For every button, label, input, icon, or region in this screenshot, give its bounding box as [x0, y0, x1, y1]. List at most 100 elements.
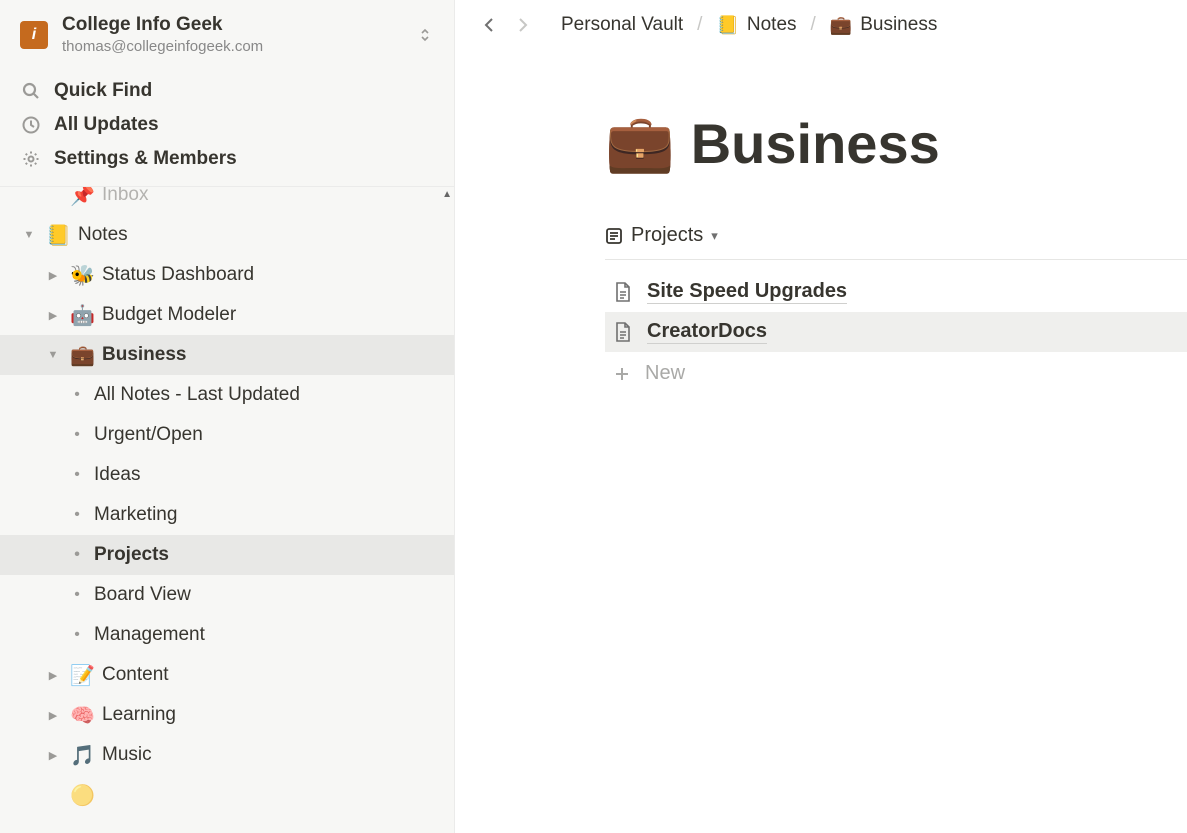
robot-icon: 🤖: [70, 303, 94, 328]
projects-label: Projects: [94, 544, 169, 566]
topbar: Personal Vault / 📒 Notes / 💼 Business: [455, 0, 1187, 50]
workspace-logo: i: [20, 21, 48, 49]
chevron-right-icon[interactable]: ▶: [44, 266, 62, 284]
breadcrumb-business-label: Business: [860, 14, 937, 36]
briefcase-icon: 💼: [830, 15, 852, 36]
music-label: Music: [102, 744, 152, 766]
chevron-right-icon[interactable]: ▶: [44, 746, 62, 764]
breadcrumb-separator: /: [693, 14, 706, 36]
bullet-icon: •: [68, 426, 86, 444]
partial-icon: 🟡: [70, 783, 94, 808]
updown-chevron-icon[interactable]: [414, 23, 436, 47]
sidebar-item-budget-modeler[interactable]: ▶ 🤖 Budget Modeler: [0, 295, 454, 335]
bullet-icon: •: [68, 506, 86, 524]
sidebar-item-urgent-open[interactable]: • Urgent/Open: [0, 415, 454, 455]
new-row-button[interactable]: New: [605, 352, 1187, 395]
search-icon: [20, 80, 42, 102]
content-label: Content: [102, 664, 169, 686]
sidebar-item-status-dashboard[interactable]: ▶ 🐝 Status Dashboard: [0, 255, 454, 295]
sidebar-item-inbox[interactable]: 📌 Inbox: [0, 187, 454, 215]
board-view-label: Board View: [94, 584, 191, 606]
row-title: Site Speed Upgrades: [647, 280, 847, 304]
settings-button[interactable]: Settings & Members: [0, 142, 454, 176]
settings-label: Settings & Members: [54, 148, 237, 170]
bullet-icon: •: [68, 586, 86, 604]
chevron-down-icon[interactable]: ▼: [44, 346, 62, 364]
all-updates-button[interactable]: All Updates: [0, 108, 454, 142]
nav-forward-button[interactable]: [511, 14, 533, 36]
sidebar-item-projects[interactable]: • Projects: [0, 535, 454, 575]
sidebar-item-cut[interactable]: 🟡: [0, 775, 454, 815]
all-updates-label: All Updates: [54, 114, 159, 136]
breadcrumb-notes[interactable]: 📒 Notes: [716, 14, 796, 36]
sidebar-item-music[interactable]: ▶ 🎵 Music: [0, 735, 454, 775]
workspace-email: thomas@collegeinfogeek.com: [62, 37, 400, 57]
ideas-label: Ideas: [94, 464, 140, 486]
chevron-down-icon[interactable]: ▼: [20, 226, 38, 244]
table-row[interactable]: Site Speed Upgrades: [605, 272, 1187, 312]
page-title-block[interactable]: 💼 Business: [455, 110, 1187, 176]
chevron-down-icon: ▾: [711, 228, 718, 244]
chevron-right-icon[interactable]: [44, 187, 62, 204]
workspace-info: College Info Geek thomas@collegeinfogeek…: [62, 14, 400, 56]
chevron-right-icon[interactable]: ▶: [44, 666, 62, 684]
sidebar-item-notes[interactable]: ▼ 📒 Notes: [0, 215, 454, 255]
workspace-name: College Info Geek: [62, 14, 400, 37]
database-view: Projects ▾ Site Speed Upgrades CreatorDo…: [605, 224, 1187, 395]
breadcrumb-separator: /: [807, 14, 820, 36]
breadcrumb-business[interactable]: 💼 Business: [830, 14, 938, 36]
sidebar-item-content[interactable]: ▶ 📝 Content: [0, 655, 454, 695]
quick-find-button[interactable]: Quick Find: [0, 74, 454, 108]
bee-icon: 🐝: [70, 263, 94, 288]
briefcase-icon[interactable]: 💼: [605, 110, 675, 176]
plus-icon: [613, 365, 631, 383]
chevron-right-icon[interactable]: ▶: [44, 306, 62, 324]
page-icon: [613, 321, 633, 343]
inbox-label: Inbox: [102, 187, 148, 206]
bullet-icon: •: [68, 466, 86, 484]
page-content: 💼 Business Projects ▾ Site Speed Upgrade…: [455, 50, 1187, 395]
view-tab-projects[interactable]: Projects ▾: [605, 224, 718, 247]
bullet-icon: •: [68, 546, 86, 564]
budget-modeler-label: Budget Modeler: [102, 304, 236, 326]
chevron-right-icon[interactable]: [44, 786, 62, 804]
row-title: CreatorDocs: [647, 320, 767, 344]
notes-label: Notes: [78, 224, 128, 246]
sidebar-item-business[interactable]: ▼ 💼 Business: [0, 335, 454, 375]
pin-icon: 📌: [70, 187, 94, 208]
marketing-label: Marketing: [94, 504, 177, 526]
music-icon: 🎵: [70, 743, 94, 768]
notebook-icon: 📒: [46, 223, 70, 248]
new-label: New: [645, 362, 685, 385]
sidebar: i College Info Geek thomas@collegeinfoge…: [0, 0, 455, 833]
memo-icon: 📝: [70, 663, 94, 688]
view-tabs: Projects ▾: [605, 224, 1187, 260]
breadcrumb-root[interactable]: Personal Vault: [561, 14, 683, 36]
sidebar-item-board-view[interactable]: • Board View: [0, 575, 454, 615]
all-notes-label: All Notes - Last Updated: [94, 384, 300, 406]
breadcrumb-root-label: Personal Vault: [561, 14, 683, 36]
business-label: Business: [102, 344, 186, 366]
bullet-icon: •: [68, 626, 86, 644]
status-dashboard-label: Status Dashboard: [102, 264, 254, 286]
sidebar-item-marketing[interactable]: • Marketing: [0, 495, 454, 535]
quick-find-label: Quick Find: [54, 80, 152, 102]
table-row[interactable]: CreatorDocs: [605, 312, 1187, 352]
page-icon: [613, 281, 633, 303]
clock-icon: [20, 114, 42, 136]
workspace-switcher[interactable]: i College Info Geek thomas@collegeinfoge…: [0, 0, 454, 70]
page-tree[interactable]: ▲ 📌 Inbox ▼ 📒 Notes ▶ 🐝 Status Dashboard…: [0, 187, 454, 833]
sidebar-item-learning[interactable]: ▶ 🧠 Learning: [0, 695, 454, 735]
urgent-open-label: Urgent/Open: [94, 424, 203, 446]
bullet-icon: •: [68, 386, 86, 404]
sidebar-item-all-notes[interactable]: • All Notes - Last Updated: [0, 375, 454, 415]
chevron-right-icon[interactable]: ▶: [44, 706, 62, 724]
management-label: Management: [94, 624, 205, 646]
sidebar-item-ideas[interactable]: • Ideas: [0, 455, 454, 495]
list-icon: [605, 227, 623, 245]
briefcase-icon: 💼: [70, 343, 94, 368]
sidebar-item-management[interactable]: • Management: [0, 615, 454, 655]
nav-back-button[interactable]: [479, 14, 501, 36]
page-title[interactable]: Business: [691, 111, 940, 176]
view-tab-label: Projects: [631, 224, 703, 247]
